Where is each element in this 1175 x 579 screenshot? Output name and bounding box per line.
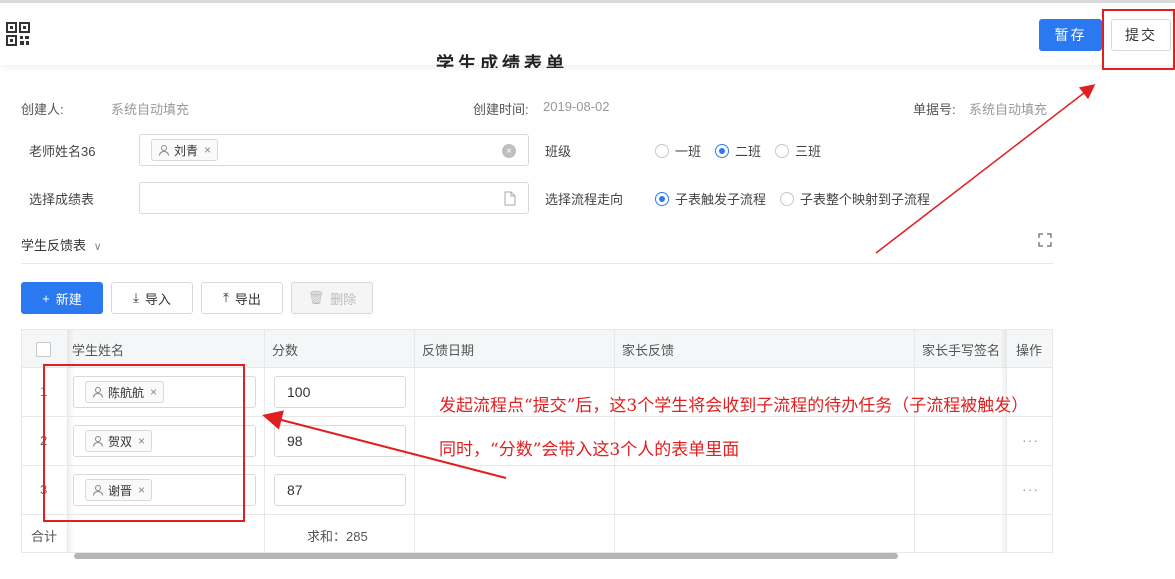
flow-radio-group: 子表触发子流程 子表整个映射到子流程 [655,189,944,208]
col-feedback-date: 反馈日期 [422,342,475,358]
clear-icon[interactable]: × [502,144,516,158]
qr-code-icon[interactable] [6,22,30,46]
class-option-2[interactable]: 二班 [715,141,761,160]
class-option-3[interactable]: 三班 [775,141,821,160]
fixed-col-shadow [1000,330,1006,552]
annotation-line-1: 发起流程点“提交”后，这3个学生将会收到子流程的待办任务（子流程被触发） [439,396,1029,416]
delete-button[interactable]: 🗑 删除 [291,282,373,314]
select-all-cell [36,330,51,368]
upload-icon: ⤒ [223,290,229,305]
select-all-checkbox[interactable] [36,341,51,357]
table-header: 学生姓名 分数 反馈日期 家长反馈 家长手写签名 操作 [22,330,1052,368]
page-title: 学生成绩表单 [436,54,568,68]
chevron-down-icon[interactable]: ∨ [94,241,102,253]
section-divider [21,263,1053,264]
students-highlight-box [43,364,245,522]
teacher-name: 刘青 [174,143,199,158]
col-actions: 操作 [1016,342,1043,358]
total-label: 合计 [31,529,58,544]
remove-tag-icon[interactable]: × [204,143,211,157]
creator-value: 系统自动填充 [111,102,190,117]
flow-option-1[interactable]: 子表触发子流程 [655,189,766,208]
score-table-picker[interactable] [139,182,529,214]
subtable-title[interactable]: 学生反馈表 ∨ [21,235,102,254]
radio-icon[interactable] [655,143,669,158]
flow-label: 选择流程走向 [545,192,624,207]
teacher-label: 老师姓名36 [29,144,96,159]
created-time-value: 2019-08-02 [543,99,610,114]
doc-no-value: 系统自动填充 [969,102,1048,117]
more-actions-icon[interactable]: ··· [1022,481,1039,497]
creator-label: 创建人: [21,102,64,117]
annotation-line-2: 同时，“分数”会带入这3个人的表单里面 [439,440,740,460]
teacher-picker[interactable]: 刘青 × × [139,134,529,166]
download-icon: ⤓ [133,290,139,305]
doc-no-label: 单据号: [913,102,956,117]
fullscreen-icon[interactable] [1038,233,1052,247]
teacher-tag: 刘青 × [151,139,219,161]
import-button[interactable]: ⤓ 导入 [111,282,193,314]
class-label: 班级 [545,144,572,159]
score-input[interactable]: 100 [274,376,406,408]
col-parent-feedback: 家长反馈 [622,342,675,358]
col-divider [914,330,915,552]
save-draft-button[interactable]: 暂存 [1039,19,1102,51]
more-actions-icon[interactable]: ··· [1022,432,1039,448]
score-table-label: 选择成绩表 [29,192,95,207]
col-divider [1006,330,1007,552]
top-bar [0,3,1175,65]
col-parent-signature: 家长手写签名 [922,342,1001,358]
export-button[interactable]: ⤒ 导出 [201,282,283,314]
plus-icon: + [42,290,50,306]
created-time-label: 创建时间: [473,102,529,117]
col-score: 分数 [272,342,299,358]
horizontal-scrollbar[interactable] [74,553,898,559]
col-divider [414,330,415,552]
flow-option-2[interactable]: 子表整个映射到子流程 [780,189,930,208]
submit-highlight-box [1102,9,1175,70]
col-divider [264,330,265,552]
col-student: 学生姓名 [72,342,125,358]
radio-checked-icon[interactable] [715,143,730,158]
radio-icon[interactable] [780,191,795,206]
score-sum: 求和：285 [307,529,368,544]
radio-checked-icon[interactable] [655,191,669,206]
user-icon [159,145,169,156]
class-radio-group: 一班 二班 三班 [655,141,835,160]
score-input[interactable]: 87 [274,474,406,506]
score-input[interactable]: 98 [274,425,406,457]
new-row-button[interactable]: + 新建 [21,282,103,314]
file-icon[interactable] [504,191,516,206]
class-option-1[interactable]: 一班 [655,141,701,160]
trash-icon: 🗑 [307,290,325,305]
radio-icon[interactable] [775,143,790,158]
